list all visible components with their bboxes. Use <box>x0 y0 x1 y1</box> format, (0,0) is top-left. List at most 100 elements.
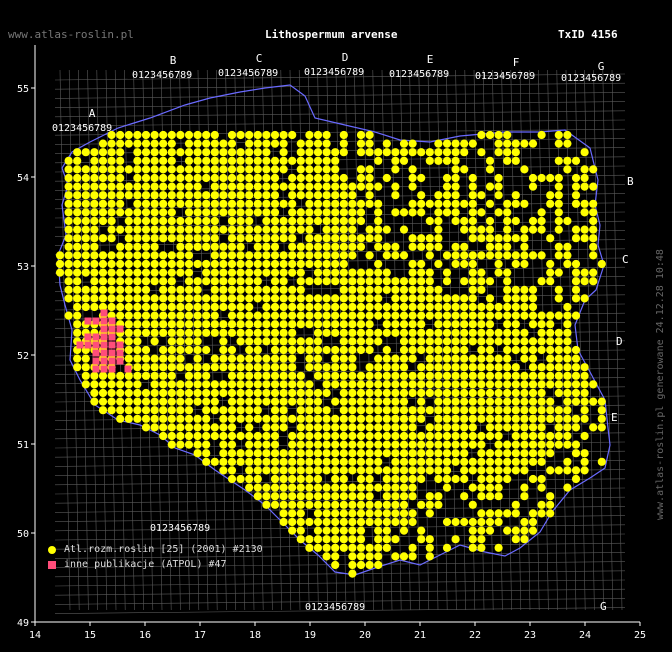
grid-digit-row: 0123456789 <box>305 602 365 613</box>
occurrence-dot <box>245 406 254 415</box>
occurrence-dot <box>262 268 271 277</box>
occurrence-dot <box>511 449 520 458</box>
occurrence-dot <box>262 199 271 208</box>
atpol-square <box>116 349 124 357</box>
occurrence-dot <box>485 423 495 432</box>
occurrence-dot <box>288 225 297 234</box>
occurrence-dot <box>408 423 417 432</box>
occurrence-dot <box>399 380 409 389</box>
occurrence-dot <box>460 371 469 380</box>
occurrence-dot <box>176 130 185 140</box>
occurrence-dot <box>184 380 194 389</box>
occurrence-dot <box>485 457 495 466</box>
occurrence-dot <box>322 526 331 535</box>
occurrence-dot <box>408 208 417 217</box>
occurrence-dot <box>503 216 512 226</box>
occurrence-dot <box>322 191 331 200</box>
occurrence-dot <box>159 130 168 140</box>
occurrence-dot <box>348 535 357 544</box>
occurrence-dot <box>296 259 305 269</box>
atpol-square <box>124 365 132 373</box>
occurrence-dot <box>116 380 125 389</box>
occurrence-dot <box>494 397 503 406</box>
occurrence-dot <box>227 199 237 208</box>
occurrence-dot <box>460 380 469 389</box>
occurrence-dot <box>399 431 409 441</box>
occurrence-dot <box>374 268 383 277</box>
occurrence-dot <box>434 320 443 329</box>
occurrence-dot <box>503 363 512 372</box>
occurrence-dot <box>313 234 323 243</box>
occurrence-dot <box>494 130 503 140</box>
occurrence-dot <box>90 259 99 269</box>
occurrence-dot <box>159 148 168 157</box>
occurrence-dot <box>503 242 512 251</box>
occurrence-dot <box>356 414 366 423</box>
occurrence-dot <box>167 431 176 441</box>
occurrence-dot <box>167 363 176 372</box>
occurrence-dot <box>270 474 280 484</box>
occurrence-dot <box>133 225 142 234</box>
occurrence-dot <box>313 320 323 329</box>
occurrence-dot <box>563 440 572 449</box>
atpol-square <box>116 325 124 333</box>
occurrence-dot <box>503 354 512 363</box>
occurrence-dot <box>571 199 581 208</box>
occurrence-dot <box>546 500 555 509</box>
occurrence-dot <box>408 371 417 380</box>
occurrence-dot <box>399 500 409 509</box>
occurrence-dot <box>477 285 486 294</box>
occurrence-dot <box>563 242 572 251</box>
occurrence-dot <box>262 500 271 509</box>
occurrence-dot <box>477 328 486 337</box>
occurrence-dot <box>176 414 185 423</box>
occurrence-dot <box>322 440 331 449</box>
occurrence-dot <box>227 259 237 269</box>
occurrence-dot <box>150 397 159 406</box>
occurrence-dot <box>167 423 176 432</box>
occurrence-dot <box>563 320 572 329</box>
occurrence-dot <box>503 328 512 337</box>
occurrence-dot <box>90 191 99 200</box>
occurrence-dot <box>339 337 348 346</box>
occurrence-dot <box>597 397 606 406</box>
occurrence-dot <box>503 388 512 398</box>
occurrence-dot <box>270 380 280 389</box>
occurrence-dot <box>193 294 202 303</box>
occurrence-dot <box>468 251 477 260</box>
occurrence-dot <box>159 345 168 355</box>
occurrence-dot <box>124 311 133 320</box>
occurrence-dot <box>391 535 400 544</box>
occurrence-dot <box>296 208 305 217</box>
occurrence-dot <box>434 431 443 441</box>
occurrence-dot <box>133 165 142 174</box>
occurrence-dot <box>253 474 262 484</box>
occurrence-dot <box>356 285 366 294</box>
occurrence-dot <box>494 483 503 492</box>
occurrence-dot <box>227 406 237 415</box>
occurrence-dot <box>107 225 116 234</box>
grid-digit-row: 0123456789 <box>561 73 621 84</box>
occurrence-dot <box>339 285 348 294</box>
occurrence-dot <box>580 208 589 217</box>
occurrence-dot <box>391 320 400 329</box>
occurrence-dot <box>442 397 452 406</box>
occurrence-dot <box>184 431 194 441</box>
occurrence-dot <box>503 466 512 475</box>
occurrence-dot <box>494 311 503 320</box>
occurrence-dot <box>210 431 219 441</box>
occurrence-dot <box>210 388 219 398</box>
occurrence-dot <box>262 466 271 475</box>
occurrence-dot <box>279 517 288 527</box>
occurrence-dot <box>442 483 452 492</box>
grid-letter-label: C <box>256 52 263 65</box>
occurrence-dot <box>528 285 538 294</box>
occurrence-dot <box>98 216 108 226</box>
occurrence-dot <box>399 457 409 466</box>
occurrence-dot <box>288 251 297 260</box>
x-tick-label: 16 <box>139 630 151 641</box>
occurrence-dot <box>571 371 581 380</box>
occurrence-dot <box>546 466 555 475</box>
occurrence-dot <box>365 423 374 432</box>
occurrence-dot <box>477 535 486 544</box>
